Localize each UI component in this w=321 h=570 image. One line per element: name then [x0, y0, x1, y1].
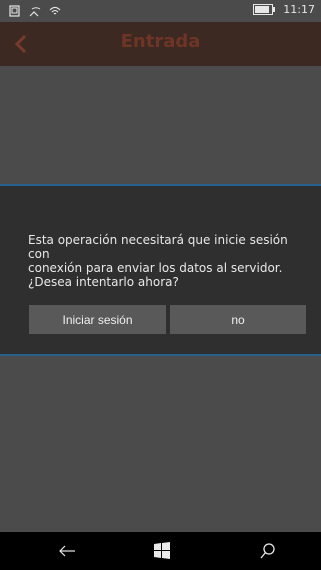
page-title: Entrada [120, 31, 201, 52]
app-header: Entrada [0, 22, 321, 67]
nav-bar [0, 532, 321, 570]
no-button[interactable]: no [170, 305, 306, 334]
dialog-message-line: conexión para enviar los datos al servid… [28, 261, 283, 275]
back-icon[interactable] [57, 541, 77, 561]
status-bar: 11:17 [0, 0, 321, 22]
wifi-icon [48, 4, 62, 18]
signal-icon [28, 4, 42, 18]
login-button[interactable]: Iniciar sesión [29, 305, 166, 334]
battery-icon [253, 4, 276, 15]
status-time: 11:17 [283, 3, 315, 16]
dialog-message: Esta operación necesitará que inicie ses… [28, 233, 308, 289]
status-left [8, 4, 62, 18]
windows-icon[interactable] [152, 541, 172, 561]
status-right: 11:17 [253, 3, 315, 16]
dialog-message-line: ¿Desea intentarlo ahora? [28, 275, 179, 289]
tablet-icon [8, 4, 22, 18]
login-dialog: Esta operación necesitará que inicie ses… [0, 184, 321, 356]
dialog-message-line: Esta operación necesitará que inicie ses… [28, 233, 288, 261]
search-icon[interactable] [258, 541, 278, 561]
battery-level [255, 6, 269, 13]
